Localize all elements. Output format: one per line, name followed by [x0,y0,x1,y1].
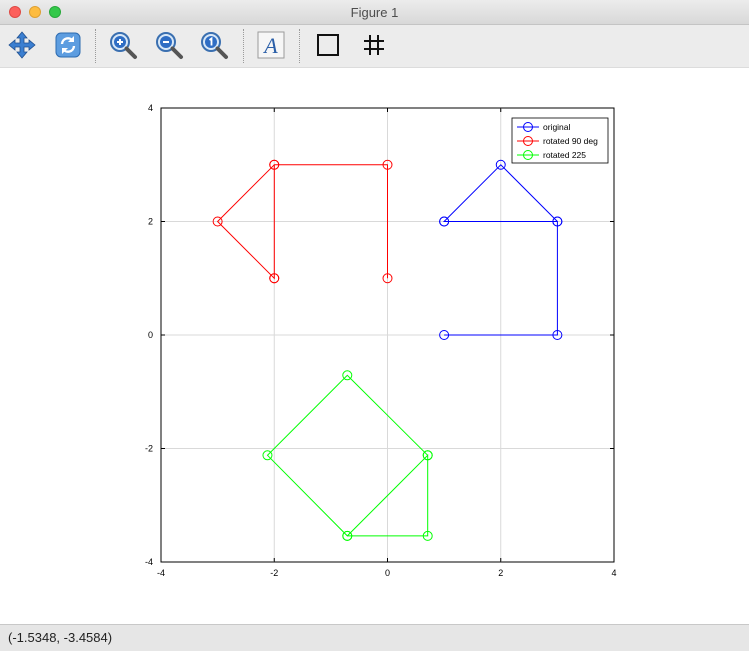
text-a-icon: A [257,31,285,59]
toolbar-separator [243,29,244,63]
y-tick-label: -4 [145,557,153,567]
box-tool-button[interactable] [312,29,344,61]
zoom-one-icon [201,32,228,59]
text-tool-button[interactable]: A [255,29,287,61]
zoom-out-button[interactable] [153,29,185,61]
status-bar: (-1.5348, -3.4584) [0,624,749,651]
figure-toolbar: A [0,25,749,68]
cursor-coordinates: (-1.5348, -3.4584) [8,630,113,645]
rotate-icon [55,32,81,58]
pan-tool-button[interactable] [6,29,38,61]
legend-entry-label: rotated 225 [543,150,586,160]
x-tick-label: -4 [157,568,165,578]
grid-icon [364,35,384,55]
zoom-out-icon [156,32,183,59]
rotate-tool-button[interactable] [52,29,84,61]
legend-entry-label: rotated 90 deg [543,136,598,146]
zoom-in-button[interactable] [107,29,139,61]
figure-canvas[interactable]: -4 -2 0 2 4 -4 -2 0 2 4 original rotated 90 deg rot… [0,68,749,624]
y-tick-label: 0 [148,330,153,340]
x-tick-label: 2 [498,568,503,578]
square-icon [317,34,339,56]
toolbar-separator [299,29,300,63]
y-tick-label: -2 [145,444,153,454]
x-tick-label: 4 [611,568,616,578]
y-tick-label: 4 [148,103,153,113]
window-title: Figure 1 [350,5,399,20]
svg-text:A: A [262,33,278,58]
grid-toggle-button[interactable] [358,29,390,61]
plot-area[interactable]: -4 -2 0 2 4 -4 -2 0 2 4 original rotated 90 deg rot… [0,68,749,624]
zoom-in-icon [110,32,137,59]
title-bar[interactable]: Figure 1 [0,0,749,25]
x-tick-label: -2 [270,568,278,578]
pan-arrows-icon [8,31,36,59]
x-tick-label: 0 [385,568,390,578]
y-tick-label: 2 [148,217,153,227]
toolbar-separator [95,29,96,63]
zoom-reset-button[interactable] [198,29,230,61]
figure-window: Figure 1 A -4 -2 0 2 4 -4 -2 0 2 4 origi… [0,0,749,651]
legend-entry-label: original [543,122,571,132]
